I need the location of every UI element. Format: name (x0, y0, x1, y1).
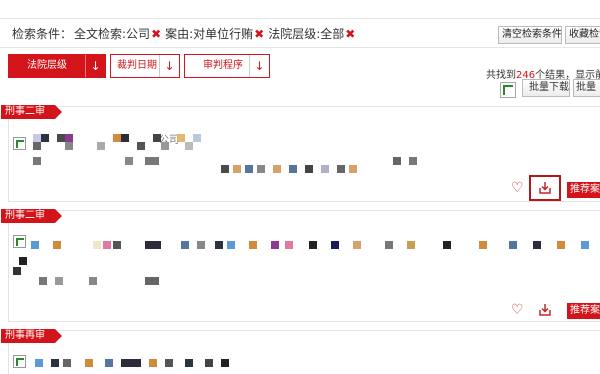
search-conditions-bar: 检索条件： 全文检索:公司✖ 案由:对单位行贿✖ 法院层级:全部✖ 清空检索条件 收藏… (0, 18, 600, 48)
clear-conditions-button[interactable]: 清空检索条件 (498, 26, 562, 44)
favorite-heart-icon[interactable]: ♡ (511, 303, 524, 317)
result-card: 刑事再审 (1, 329, 600, 374)
batch-download-button[interactable]: 批量下载 (522, 79, 570, 97)
condition-fulltext: 全文检索:公司✖ (74, 27, 162, 41)
select-all-checkbox[interactable] (500, 82, 516, 98)
case-type-tag: 刑事二审 (1, 209, 62, 223)
favorite-heart-icon[interactable]: ♡ (511, 181, 524, 195)
batch-more-button[interactable]: 批量 (573, 79, 600, 97)
sort-tab-judgment-date[interactable]: 裁判日期 ↓ (110, 54, 180, 78)
search-conditions: 检索条件： 全文检索:公司✖ 案由:对单位行贿✖ 法院层级:全部✖ (12, 25, 359, 42)
save-search-button[interactable]: 收藏检索 (565, 26, 600, 44)
recommend-case-button[interactable]: 推荐案 (567, 303, 600, 319)
result-card: 刑事二审 ♡ 推荐案 (1, 209, 600, 322)
sort-arrow-icon: ↓ (159, 55, 179, 77)
search-conditions-label: 检索条件： (12, 27, 73, 41)
case-type-tag: 刑事二审 (1, 105, 62, 119)
recommend-case-button[interactable]: 推荐案 (567, 182, 600, 198)
remove-condition-icon[interactable]: ✖ (345, 27, 355, 41)
remove-condition-icon[interactable]: ✖ (151, 27, 161, 41)
sort-arrow-icon: ↓ (85, 55, 105, 77)
sort-tab-court-level[interactable]: 法院层级 ↓ (8, 54, 106, 78)
download-icon[interactable] (537, 302, 553, 318)
sort-tab-trial-procedure[interactable]: 审判程序 ↓ (184, 54, 270, 78)
sort-arrow-icon: ↓ (249, 55, 269, 77)
result-checkbox[interactable] (13, 355, 26, 368)
condition-court-level: 法院层级:全部✖ (268, 27, 356, 41)
condition-cause: 案由:对单位行贿✖ (165, 27, 265, 41)
result-checkbox[interactable] (13, 137, 26, 150)
result-card: 刑事二审 公司 ♡ 推荐案 (1, 105, 600, 202)
case-type-tag: 刑事再审 (1, 329, 62, 343)
download-icon[interactable] (537, 180, 553, 196)
remove-condition-icon[interactable]: ✖ (254, 27, 264, 41)
result-checkbox[interactable] (13, 235, 26, 248)
